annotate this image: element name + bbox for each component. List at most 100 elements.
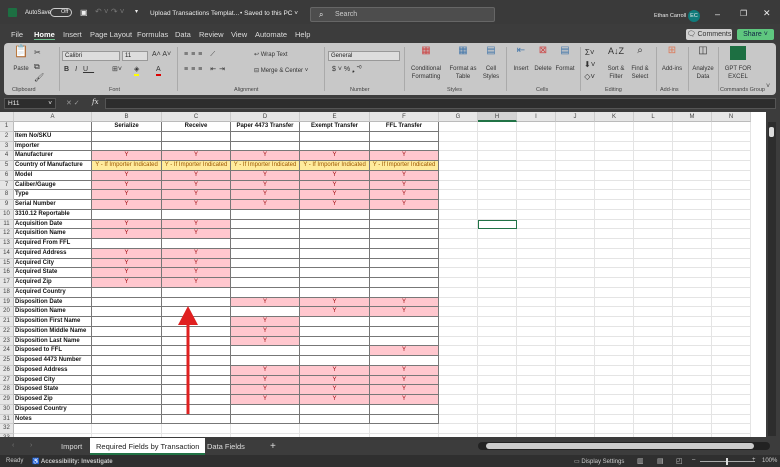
cell-g1[interactable] bbox=[439, 122, 478, 132]
cell-b15[interactable]: Y bbox=[92, 258, 162, 269]
cell-c18[interactable] bbox=[162, 287, 231, 298]
vertical-scrollbar[interactable] bbox=[768, 122, 776, 436]
cell-j6[interactable] bbox=[556, 170, 595, 181]
cell-n11[interactable] bbox=[712, 219, 751, 230]
cell-c19[interactable] bbox=[162, 297, 231, 308]
cell-j32[interactable] bbox=[556, 424, 595, 434]
cell-e13[interactable] bbox=[300, 239, 370, 249]
cell-g17[interactable] bbox=[439, 278, 478, 288]
column-header-i[interactable]: I bbox=[517, 112, 556, 122]
page-break-view-icon[interactable]: ◰ bbox=[676, 457, 683, 465]
cell-d1[interactable]: Paper 4473 Transfer bbox=[231, 122, 300, 132]
row-header-29[interactable]: 29 bbox=[0, 395, 14, 405]
cell-f29[interactable]: Y bbox=[370, 395, 439, 405]
cell-g31[interactable] bbox=[439, 414, 478, 425]
cell-d16[interactable] bbox=[231, 268, 300, 278]
cell-l11[interactable] bbox=[634, 219, 673, 230]
cell-c5[interactable]: Y - If Importer Indicated bbox=[162, 161, 231, 171]
cell-g19[interactable] bbox=[439, 297, 478, 308]
cell-n25[interactable] bbox=[712, 356, 751, 366]
cell-n3[interactable] bbox=[712, 141, 751, 152]
cell-l18[interactable] bbox=[634, 287, 673, 298]
cell-a14[interactable]: Acquired Address bbox=[14, 248, 92, 259]
cell-j25[interactable] bbox=[556, 356, 595, 366]
cell-m33[interactable] bbox=[673, 434, 712, 437]
cell-k33[interactable] bbox=[595, 434, 634, 437]
cell-f3[interactable] bbox=[370, 141, 439, 152]
cell-b17[interactable]: Y bbox=[92, 278, 162, 288]
gpt-for-excel-button[interactable]: GPT FOR EXCEL bbox=[722, 65, 754, 81]
cell-b24[interactable] bbox=[92, 346, 162, 356]
cell-j3[interactable] bbox=[556, 141, 595, 152]
cell-g12[interactable] bbox=[439, 229, 478, 239]
cell-g18[interactable] bbox=[439, 287, 478, 298]
cell-g14[interactable] bbox=[439, 248, 478, 259]
tab-view[interactable]: View bbox=[231, 30, 247, 39]
cell-a30[interactable]: Disposed Country bbox=[14, 404, 92, 415]
cell-g15[interactable] bbox=[439, 258, 478, 269]
cell-d8[interactable]: Y bbox=[231, 190, 300, 200]
cell-m6[interactable] bbox=[673, 170, 712, 181]
cell-i14[interactable] bbox=[517, 248, 556, 259]
cell-d11[interactable] bbox=[231, 219, 300, 230]
cell-m17[interactable] bbox=[673, 278, 712, 288]
column-header-j[interactable]: J bbox=[556, 112, 595, 122]
cell-g8[interactable] bbox=[439, 190, 478, 200]
cell-f33[interactable] bbox=[370, 434, 439, 437]
cell-d20[interactable] bbox=[231, 307, 300, 317]
tab-home[interactable]: Home bbox=[34, 30, 55, 40]
cell-h6[interactable] bbox=[478, 170, 517, 181]
cell-h3[interactable] bbox=[478, 141, 517, 152]
page-layout-view-icon[interactable]: ▤ bbox=[657, 457, 664, 465]
cell-f17[interactable] bbox=[370, 278, 439, 288]
cell-b8[interactable]: Y bbox=[92, 190, 162, 200]
cell-j1[interactable] bbox=[556, 122, 595, 132]
cell-i10[interactable] bbox=[517, 209, 556, 220]
cell-a31[interactable]: Notes bbox=[14, 414, 92, 425]
cell-c4[interactable]: Y bbox=[162, 151, 231, 161]
cell-k6[interactable] bbox=[595, 170, 634, 181]
cell-k30[interactable] bbox=[595, 404, 634, 415]
cell-i26[interactable] bbox=[517, 365, 556, 376]
cell-k18[interactable] bbox=[595, 287, 634, 298]
cell-i28[interactable] bbox=[517, 385, 556, 395]
column-header-d[interactable]: D bbox=[231, 112, 300, 122]
cell-n2[interactable] bbox=[712, 131, 751, 142]
cell-b29[interactable] bbox=[92, 395, 162, 405]
row-header-22[interactable]: 22 bbox=[0, 326, 14, 337]
cell-e14[interactable] bbox=[300, 248, 370, 259]
analyze-data-button[interactable]: Analyze Data bbox=[690, 65, 716, 81]
cell-h23[interactable] bbox=[478, 336, 517, 347]
cell-h14[interactable] bbox=[478, 248, 517, 259]
cell-f12[interactable] bbox=[370, 229, 439, 239]
cell-h10[interactable] bbox=[478, 209, 517, 220]
cell-b1[interactable]: Serialize bbox=[92, 122, 162, 132]
cell-m27[interactable] bbox=[673, 375, 712, 386]
cell-m29[interactable] bbox=[673, 395, 712, 405]
row-header-5[interactable]: 5 bbox=[0, 161, 14, 171]
zoom-out-button[interactable]: – bbox=[692, 457, 695, 463]
cell-d2[interactable] bbox=[231, 131, 300, 142]
tab-review[interactable]: Review bbox=[199, 30, 224, 39]
cell-a18[interactable]: Acquired Country bbox=[14, 287, 92, 298]
avatar[interactable]: EC bbox=[688, 10, 700, 22]
cell-h25[interactable] bbox=[478, 356, 517, 366]
font-style-buttons[interactable]: BIU bbox=[64, 66, 94, 74]
cell-c16[interactable]: Y bbox=[162, 268, 231, 278]
display-settings-button[interactable]: ▭ Display Settings bbox=[574, 458, 624, 465]
cell-b4[interactable]: Y bbox=[92, 151, 162, 161]
cell-e12[interactable] bbox=[300, 229, 370, 239]
cell-j7[interactable] bbox=[556, 180, 595, 191]
cell-k28[interactable] bbox=[595, 385, 634, 395]
cell-l22[interactable] bbox=[634, 326, 673, 337]
cell-b10[interactable] bbox=[92, 209, 162, 220]
cell-c14[interactable]: Y bbox=[162, 248, 231, 259]
cell-l26[interactable] bbox=[634, 365, 673, 376]
row-header-3[interactable]: 3 bbox=[0, 141, 14, 152]
paste-button[interactable]: Paste bbox=[10, 65, 32, 73]
cell-b3[interactable] bbox=[92, 141, 162, 152]
cell-d21[interactable]: Y bbox=[231, 317, 300, 327]
column-header-a[interactable]: A bbox=[14, 112, 92, 122]
cell-k10[interactable] bbox=[595, 209, 634, 220]
cell-m14[interactable] bbox=[673, 248, 712, 259]
